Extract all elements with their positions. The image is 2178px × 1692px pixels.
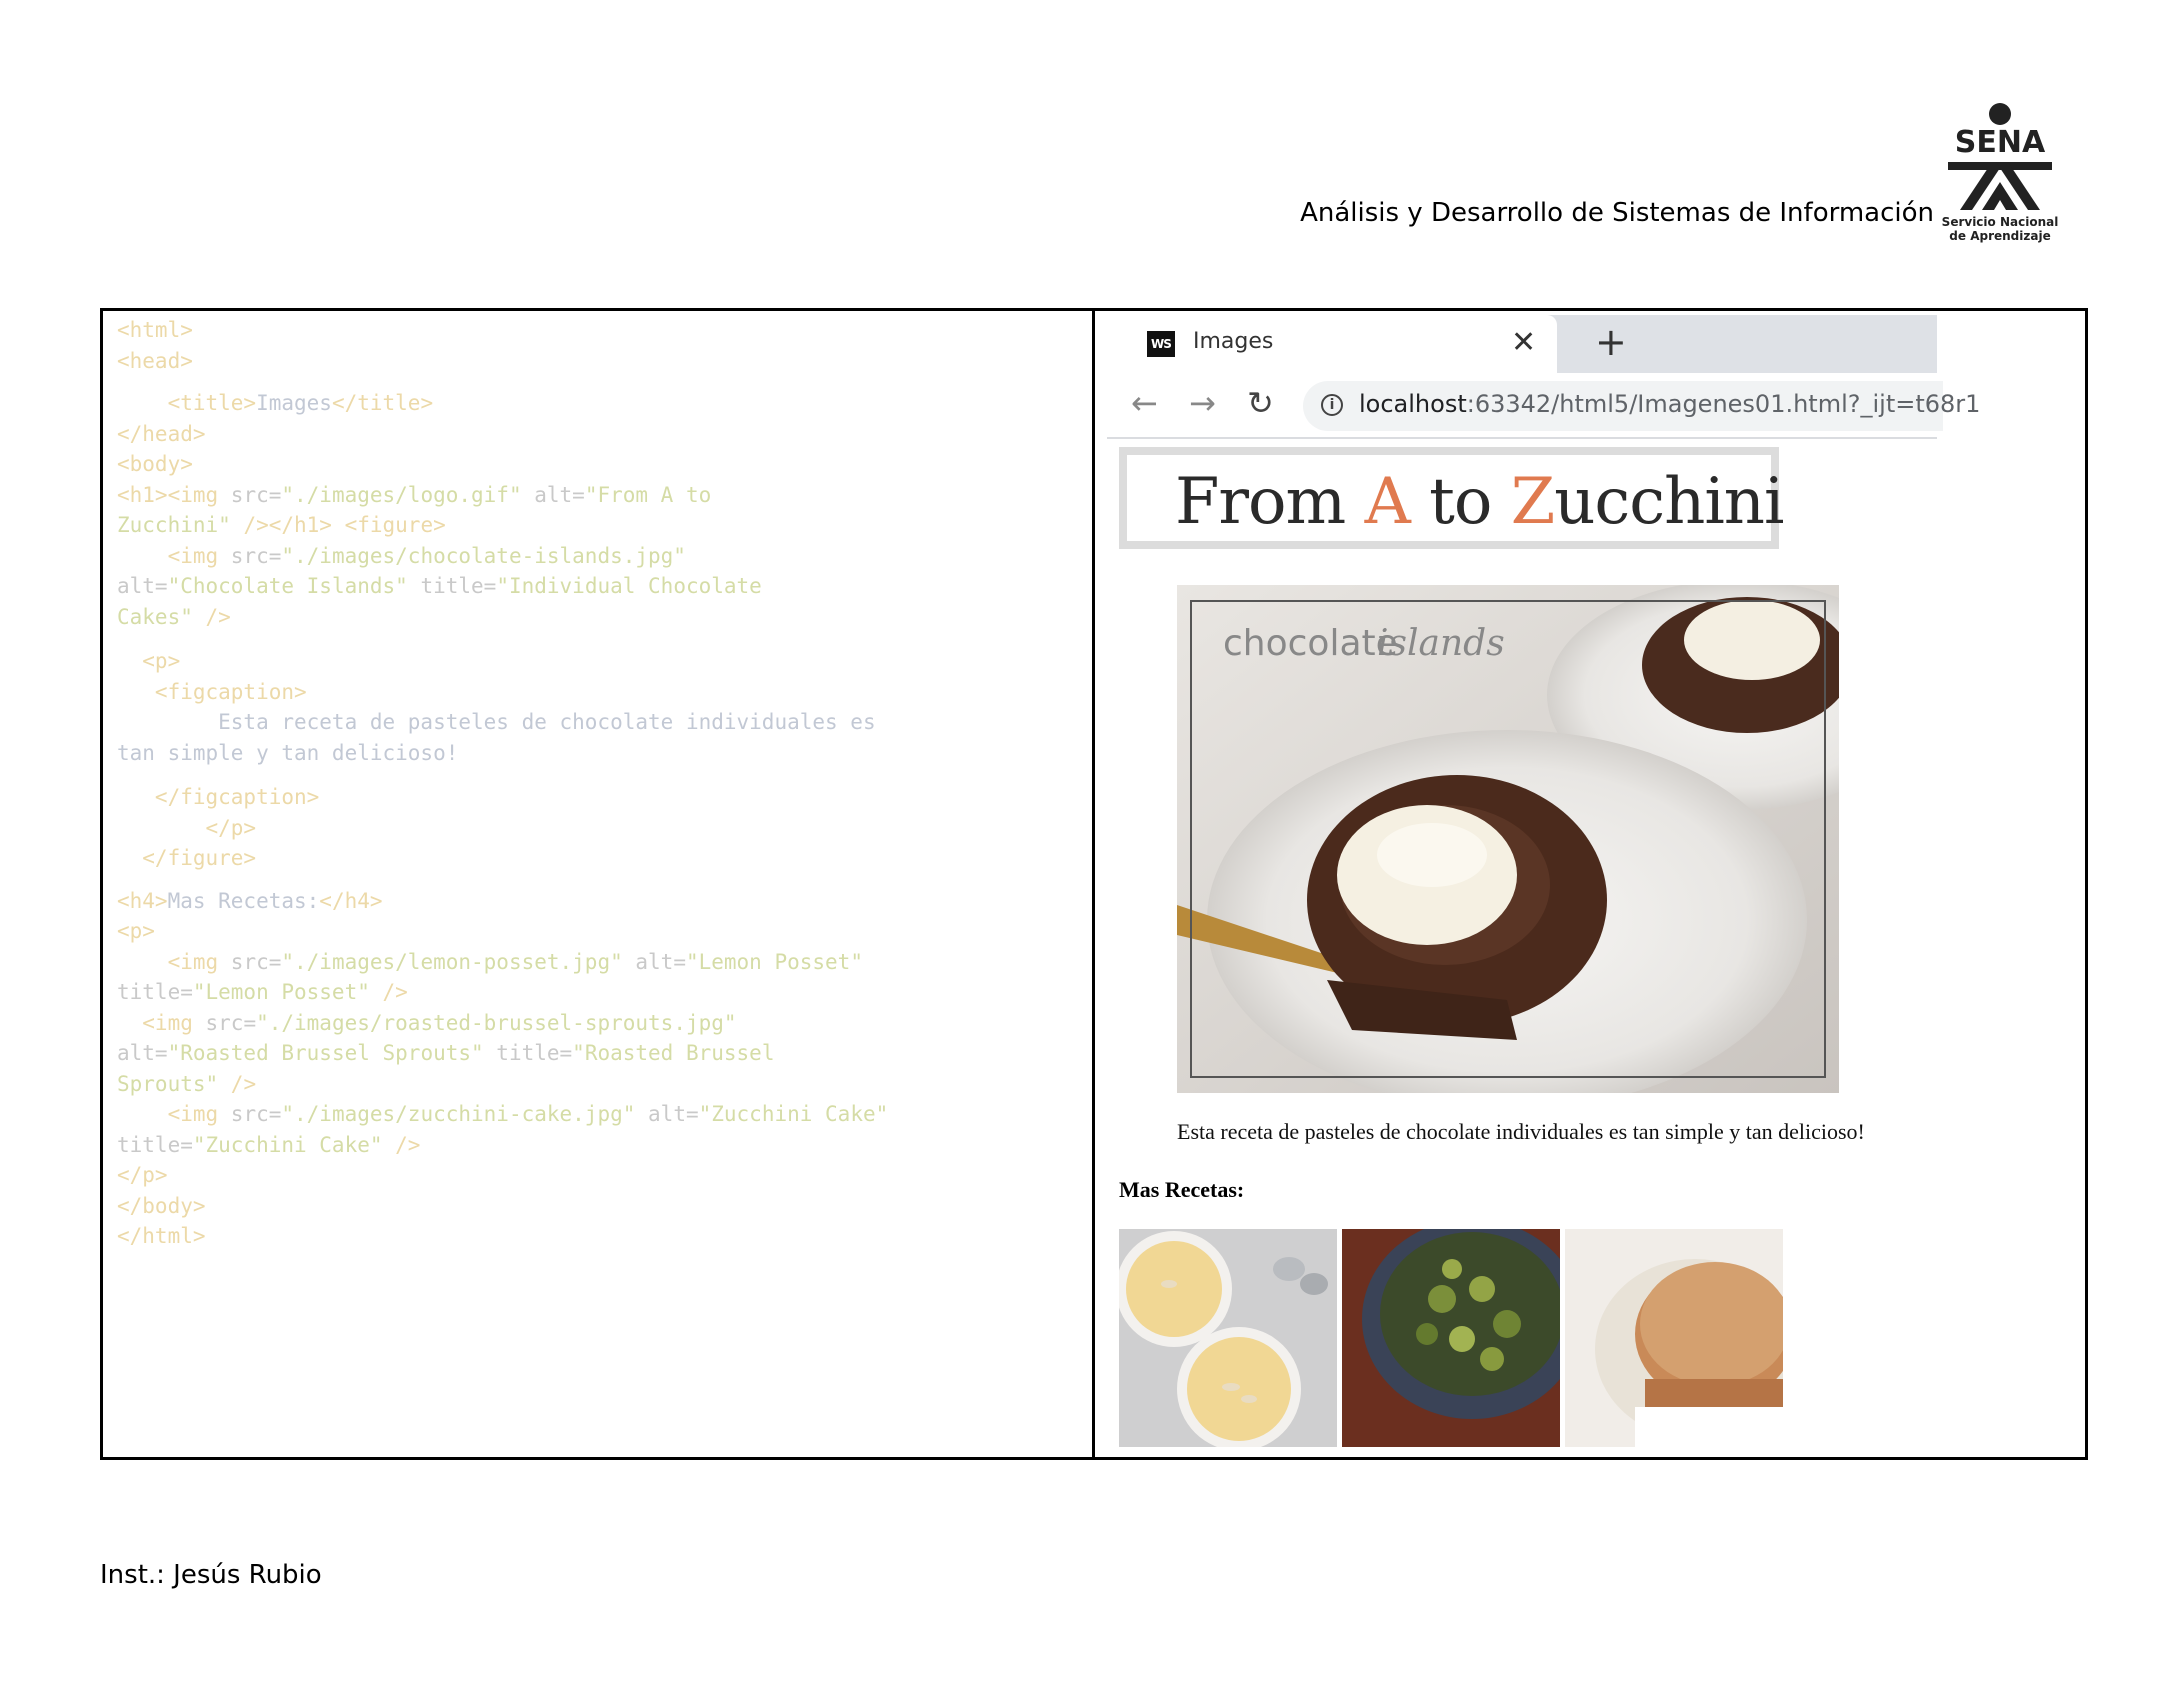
svg-text:de Aprendizaje: de Aprendizaje [1949,229,2050,243]
code-line: title="Lemon Posset" /> [117,980,408,1004]
code-line: </body> [117,1193,206,1218]
code-line: <img src="./images/roasted-brussel-sprou… [117,1010,737,1035]
code-line: <p> [117,649,181,673]
svg-text:Servicio Nacional: Servicio Nacional [1942,215,2058,229]
code-line: Zucchini" /></h1> <figure> [117,513,446,537]
webstorm-favicon-icon: WS [1147,331,1175,357]
tab-title: Images [1193,329,1274,354]
info-icon[interactable]: i [1321,394,1343,416]
browser-screenshot: WS Images ✕ + ← → ↻ i localhost:63342/ht… [1095,311,2085,1457]
forward-arrow-icon[interactable]: → [1189,383,1216,423]
code-line: tan simple y tan delicioso! [117,740,459,765]
code-line: <h4>Mas Recetas:</h4> [117,888,383,913]
svg-text:SENA: SENA [1955,125,2046,160]
document-header: Análisis y Desarrollo de Sistemas de Inf… [1300,100,2058,246]
zucchini-cake-image [1565,1229,1783,1447]
figure-caption: Esta receta de pasteles de chocolate ind… [1177,1119,1865,1144]
code-line: <img src="./images/chocolate-islands.jpg… [117,543,686,568]
content-table: <html> <head> <title>Images</title> </head… [100,308,2088,1460]
code-line: <img src="./images/zucchini-cake.jpg" al… [117,1102,889,1126]
code-line: </head> [117,421,206,446]
code-line: <body> [117,452,193,476]
browser-tab[interactable]: WS Images ✕ [1107,315,1557,373]
sena-logo: SENA Servicio Nacional de Aprendizaje [1942,103,2058,243]
code-line: alt="Roasted Brussel Sprouts" title="Roa… [117,1041,775,1065]
code-line: <figcaption> [117,679,307,704]
code-line: <p> [117,919,155,943]
reload-icon[interactable]: ↻ [1247,383,1274,423]
chocolate-islands-image: chocolate islands [1177,585,1839,1093]
svg-text:chocolate: chocolate [1223,623,1398,664]
site-logo: From A to Zucchini [1119,447,1784,549]
browser-toolbar: ← → ↻ i localhost:63342/html5/Imagenes01… [1107,373,1980,439]
svg-text:islands: islands [1377,623,1505,664]
code-line: Cakes" /> [117,604,231,629]
code-line: Sprouts" /> [117,1071,257,1096]
code-line: <head> [117,348,193,373]
code-line: </p> [117,815,257,840]
code-line: title="Zucchini Cake" /> [117,1132,421,1157]
instructor-name: Inst.: Jesús Rubio [100,1560,322,1590]
url-text[interactable]: localhost:63342/html5/Imagenes01.html?_i… [1359,390,1980,418]
back-arrow-icon[interactable]: ← [1131,383,1158,423]
roasted-brussel-sprouts-image [1342,1229,1560,1447]
code-line: <h1><img src="./images/logo.gif" alt="Fr… [117,482,712,507]
course-title: Análisis y Desarrollo de Sistemas de Inf… [1300,198,1934,228]
lemon-posset-image [1119,1229,1337,1447]
code-listing: <html> <head> <title>Images</title> </head… [103,311,1095,1457]
code-line: </html> [117,1224,206,1248]
browser-tab-strip: WS Images ✕ + [1107,315,1937,373]
code-line: </figcaption> [117,785,320,809]
code-line: <html> [117,318,193,342]
site-logo-text: From A to Zucchini [1175,465,1784,539]
code-line: Esta receta de pasteles de chocolate ind… [117,710,876,734]
code-line: <img src="./images/lemon-posset.jpg" alt… [117,949,863,974]
code-line: <title>Images</title> [117,391,434,415]
address-bar[interactable]: i localhost:63342/html5/Imagenes01.html?… [1303,381,1980,431]
new-tab-plus-icon[interactable]: + [1595,321,1627,363]
more-recipes-heading: Mas Recetas: [1119,1177,1245,1202]
code-line: </p> [117,1163,168,1187]
code-line: alt="Chocolate Islands" title="Individua… [117,574,762,598]
close-icon[interactable]: ✕ [1511,325,1536,361]
code-line: </figure> [117,846,257,870]
